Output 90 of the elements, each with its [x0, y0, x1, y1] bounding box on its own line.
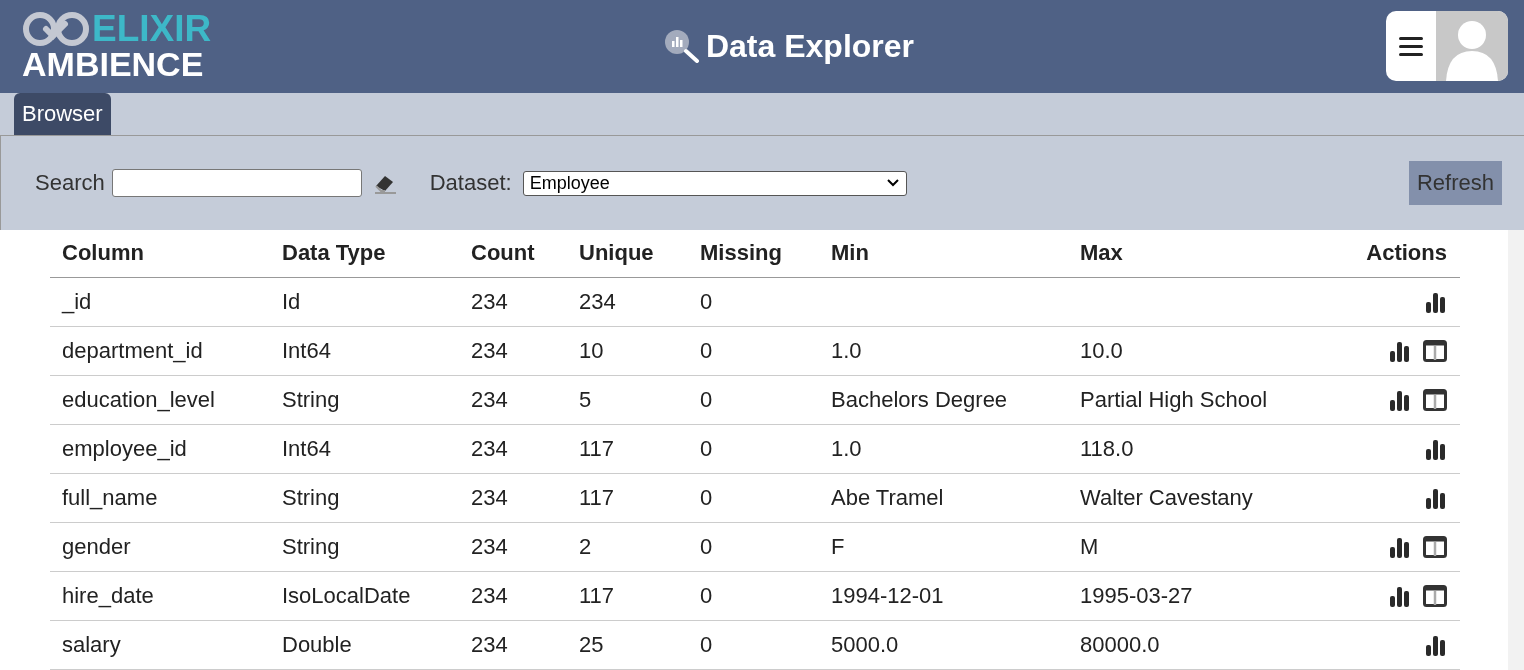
table-cell-text: salary: [61, 632, 122, 658]
table-cell-text: Walter Cavestany: [1079, 485, 1254, 511]
table-cell-text: 80000.0: [1079, 632, 1161, 658]
table-cell-text: 0: [699, 534, 714, 560]
table-cell-text: 234: [470, 436, 509, 462]
column-header: Max: [1079, 240, 1124, 267]
table-cell-text: 0: [699, 583, 714, 609]
scrollbar-track[interactable]: [1508, 230, 1524, 670]
table-cell-text: 234: [470, 632, 509, 658]
table-cell-text: 2: [578, 534, 593, 560]
linked-rings-icon: [22, 11, 90, 48]
table-cell-text: 234: [470, 583, 509, 609]
dataset-dropdown[interactable]: Employee: [522, 170, 907, 196]
table-cell-text: 0: [699, 632, 714, 658]
bar-chart-icon[interactable]: [1389, 340, 1411, 362]
table-cell-text: 234: [470, 534, 509, 560]
table-cell-text: F: [830, 534, 846, 560]
table-view-icon[interactable]: [1423, 340, 1447, 362]
table-cell-text: String: [281, 485, 341, 511]
table-cell-text: 5000.0: [830, 632, 900, 658]
bar-chart-icon[interactable]: [1425, 291, 1447, 313]
search-field[interactable]: [111, 169, 362, 198]
table-cell-text: education_level: [61, 387, 216, 413]
bar-chart-icon[interactable]: [1389, 585, 1411, 607]
column-header: Count: [470, 240, 536, 267]
table-cell-text: 118.0: [1079, 436, 1135, 462]
column-header: Min: [830, 240, 870, 267]
table-cell-text: String: [281, 387, 341, 413]
bar-chart-icon[interactable]: [1425, 634, 1447, 656]
table-cell-text: 234: [470, 387, 509, 413]
logo-text: ELIXIR: [92, 12, 212, 47]
table-cell-text: 10: [578, 338, 605, 364]
user-menu-button[interactable]: [1386, 11, 1508, 82]
table-cell-text: _id: [60, 289, 93, 315]
table-cell-text: 234: [470, 485, 509, 511]
dataset-label: Dataset:: [429, 170, 512, 197]
table-cell-text: 0: [699, 387, 714, 413]
magnifier-chart-icon: [663, 29, 700, 64]
column-header: Unique: [578, 240, 655, 267]
table-cell-text: 1.0: [830, 436, 863, 462]
table-cell-text: 10.0: [1079, 338, 1124, 364]
page-title: Data Explorer: [705, 27, 915, 65]
search-label: Search: [35, 170, 105, 197]
refresh-button[interactable]: Refresh: [1408, 161, 1502, 206]
table-cell-text: 1.0: [830, 338, 863, 364]
table-cell-text: 0: [699, 485, 714, 511]
table-cell-text: 1995-03-27: [1079, 583, 1194, 609]
table-cell-text: 1994-12-01: [830, 583, 945, 609]
table-cell-text: department_id: [61, 338, 204, 364]
table-cell-text: gender: [61, 534, 132, 560]
bar-chart-icon[interactable]: [1389, 536, 1411, 558]
table-cell-text: Partial High School: [1079, 387, 1269, 413]
column-header: Data Type: [281, 240, 387, 267]
table-cell-text: 234: [470, 338, 509, 364]
bar-chart-icon[interactable]: [1425, 438, 1447, 460]
table-cell-text: 0: [699, 338, 714, 364]
table-cell-text: 0: [699, 436, 714, 462]
column-header: Column: [61, 240, 145, 267]
bar-chart-icon[interactable]: [1425, 487, 1447, 509]
table-cell-text: 5: [578, 387, 593, 413]
table-cell-text: 234: [470, 289, 509, 315]
menu-icon: [1399, 36, 1423, 56]
tab[interactable]: Browser: [14, 93, 111, 136]
table-cell-text: Double: [281, 632, 353, 658]
table-cell-text: 0: [699, 289, 714, 315]
table-view-icon[interactable]: [1423, 389, 1447, 411]
table-cell-text: M: [1079, 534, 1100, 560]
table-cell-text: 234: [578, 289, 617, 315]
table-cell-text: Int64: [281, 338, 332, 364]
logo-text: AMBIENCE: [22, 47, 204, 82]
column-header: Missing: [699, 240, 783, 267]
table-cell-text: Bachelors Degree: [830, 387, 1009, 413]
table-cell-text: 117: [578, 485, 616, 511]
bar-chart-icon[interactable]: [1389, 389, 1411, 411]
table-view-icon[interactable]: [1423, 536, 1447, 558]
table-cell-text: Abe Tramel: [830, 485, 945, 511]
table-cell-text: Int64: [281, 436, 332, 462]
table-cell-text: 25: [578, 632, 605, 658]
table-cell-text: 117: [578, 583, 616, 609]
table-view-icon[interactable]: [1423, 585, 1447, 607]
column-header: Actions: [1365, 240, 1448, 267]
table-cell-text: Id: [281, 289, 302, 315]
avatar-silhouette: [1436, 11, 1508, 82]
table-cell-text: IsoLocalDate: [281, 583, 412, 609]
table-cell-text: 117: [578, 436, 616, 462]
table-cell-text: employee_id: [61, 436, 188, 462]
table-cell-text: String: [281, 534, 341, 560]
table-cell-text: hire_date: [61, 583, 155, 609]
table-cell-text: full_name: [61, 485, 159, 511]
chevron-down-icon: [885, 178, 900, 189]
